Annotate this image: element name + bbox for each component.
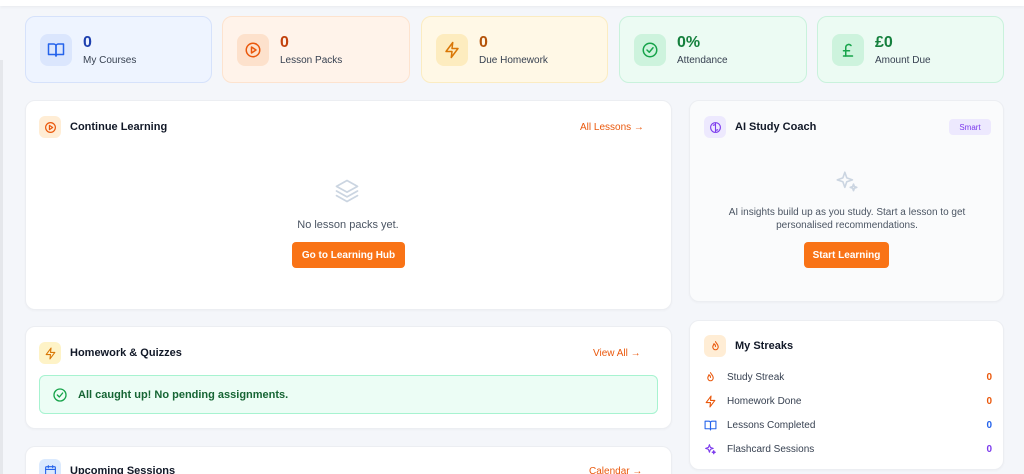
streak-value: 0 xyxy=(986,395,992,407)
streak-row-lessons-completed: Lessons Completed 0 xyxy=(704,417,992,433)
smart-badge: Smart xyxy=(949,119,991,135)
calendar-link[interactable]: Calendar → xyxy=(589,466,642,474)
sidebar-edge xyxy=(0,60,3,474)
stat-card-my-courses[interactable]: 0 My Courses xyxy=(25,16,212,83)
ai-insights-text: AI insights build up as you study. Start… xyxy=(700,206,994,232)
continue-learning-title: Continue Learning xyxy=(70,121,168,133)
lightning-icon xyxy=(705,395,716,407)
empty-lessons-text: No lesson packs yet. xyxy=(297,219,399,231)
pound-icon xyxy=(832,33,864,66)
ai-insights-line-2: personalised recommendations. xyxy=(776,220,918,231)
stat-card-due-homework[interactable]: 0 Due Homework xyxy=(421,16,608,83)
ai-insights-line-1: AI insights build up as you study. Start… xyxy=(728,207,966,218)
lightning-icon xyxy=(436,33,468,66)
streak-value: 0 xyxy=(986,443,992,455)
layers-icon xyxy=(333,177,361,205)
stat-card-amount-due[interactable]: £0 Amount Due xyxy=(817,16,1004,83)
my-streaks-title: My Streaks xyxy=(735,340,794,352)
book-open-icon xyxy=(704,420,717,430)
streak-value: 0 xyxy=(986,371,992,383)
stat-label: Due Homework xyxy=(479,54,548,66)
stat-label: Attendance xyxy=(677,54,728,66)
sparkle-icon xyxy=(705,443,716,454)
streak-label: Flashcard Sessions xyxy=(727,443,815,455)
lightning-icon xyxy=(39,342,61,364)
stat-value: 0 xyxy=(479,33,488,51)
brain-icon xyxy=(704,116,726,138)
sparkle-icon xyxy=(834,169,860,195)
ai-study-coach-title: AI Study Coach xyxy=(735,121,817,133)
view-all-link[interactable]: View All → xyxy=(593,348,641,359)
stat-label: Amount Due xyxy=(875,54,931,66)
play-circle-icon xyxy=(39,116,61,138)
stat-label: My Courses xyxy=(83,54,137,66)
stat-card-attendance[interactable]: 0% Attendance xyxy=(619,16,807,83)
top-bar xyxy=(0,0,1024,6)
streak-label: Lessons Completed xyxy=(727,419,816,431)
check-circle-icon xyxy=(634,33,666,66)
streak-label: Study Streak xyxy=(727,371,785,383)
streak-row-flashcard-sessions: Flashcard Sessions 0 xyxy=(704,441,992,457)
streak-row-homework-done: Homework Done 0 xyxy=(704,393,992,409)
flame-icon xyxy=(707,371,714,381)
streak-row-study-streak: Study Streak 0 xyxy=(704,369,992,385)
book-open-icon xyxy=(40,33,72,66)
streak-value: 0 xyxy=(986,419,992,431)
all-caught-up-banner: All caught up! No pending assignments. xyxy=(39,375,658,414)
stat-value: 0% xyxy=(677,33,701,51)
all-caught-up-text: All caught up! No pending assignments. xyxy=(78,388,289,401)
calendar-icon xyxy=(39,459,61,474)
upcoming-sessions-title: Upcoming Sessions xyxy=(70,465,176,474)
stat-value: £0 xyxy=(875,33,893,51)
stat-value: 0 xyxy=(280,33,289,51)
streak-label: Homework Done xyxy=(727,395,802,407)
flame-icon xyxy=(704,335,726,357)
play-circle-icon xyxy=(237,33,269,66)
stat-card-lesson-packs[interactable]: 0 Lesson Packs xyxy=(222,16,410,83)
homework-quizzes-title: Homework & Quizzes xyxy=(70,347,182,359)
go-to-learning-hub-button[interactable]: Go to Learning Hub xyxy=(292,242,405,268)
check-circle-icon xyxy=(53,387,67,402)
start-learning-button[interactable]: Start Learning xyxy=(804,242,889,268)
stat-label: Lesson Packs xyxy=(280,54,343,66)
stat-value: 0 xyxy=(83,33,92,51)
all-lessons-link[interactable]: All Lessons → xyxy=(580,122,644,133)
